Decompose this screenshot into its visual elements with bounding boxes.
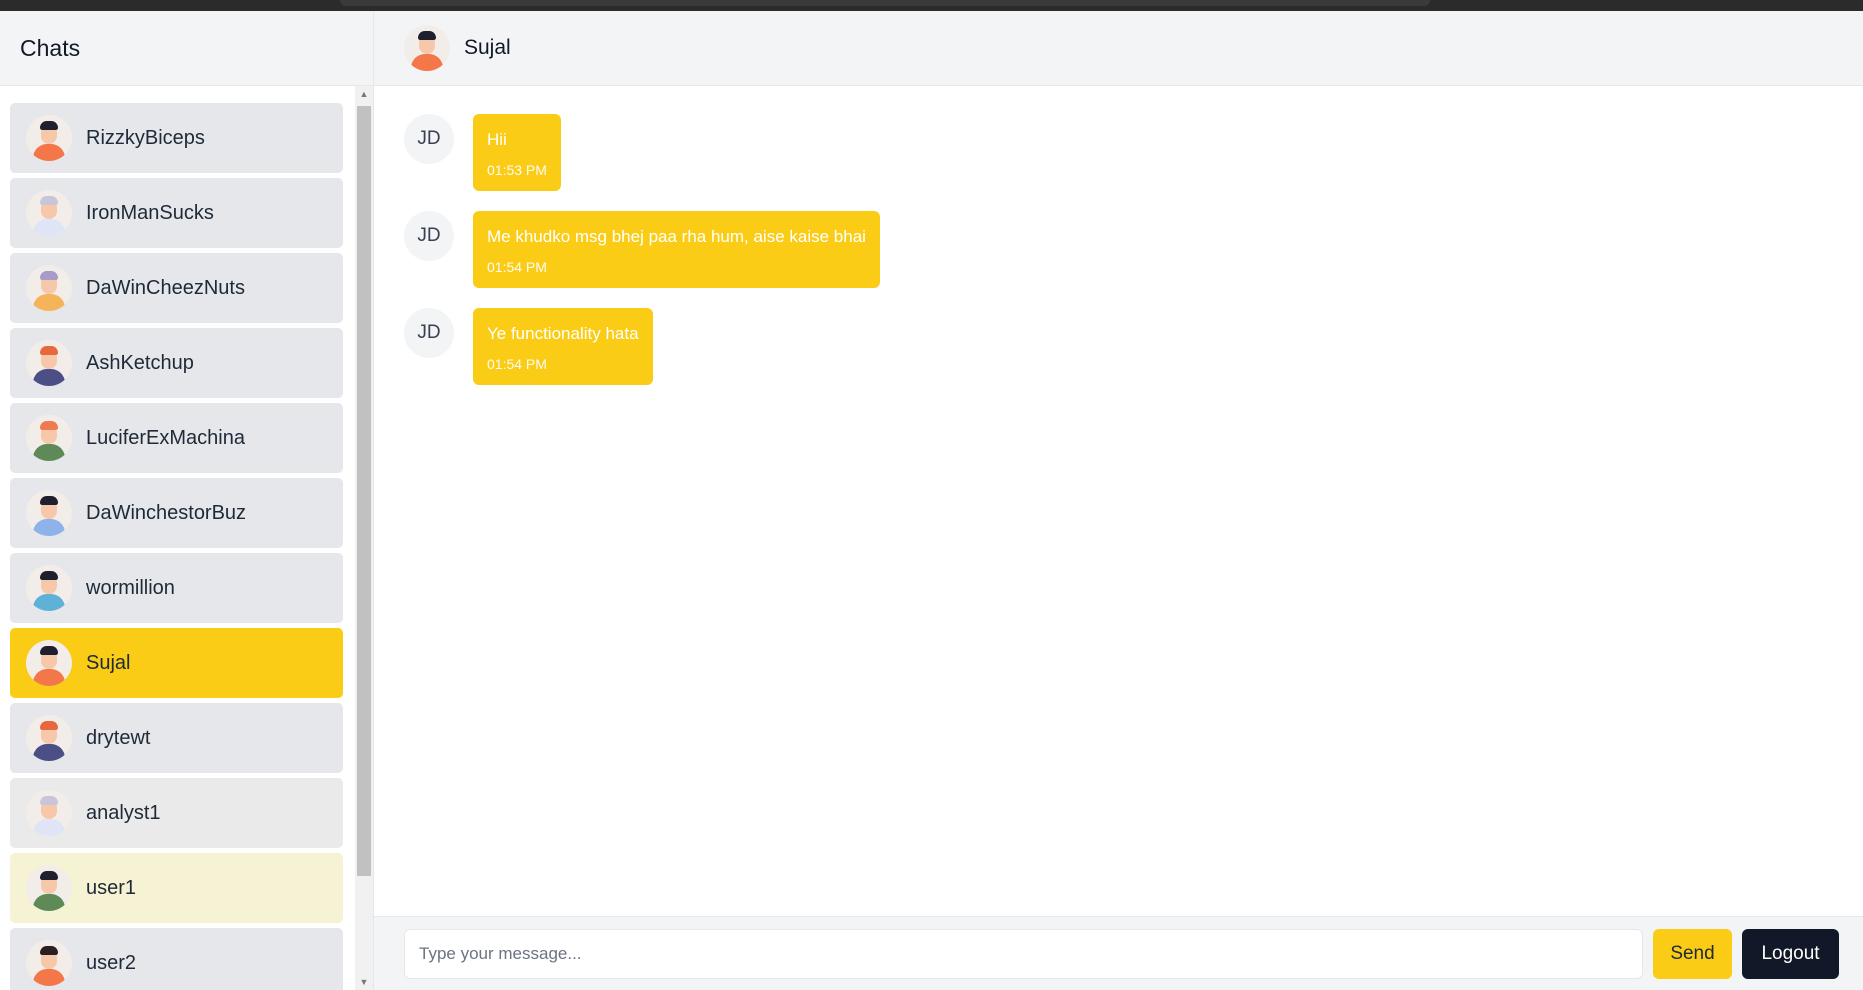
message-timestamp: 01:54 PM — [487, 259, 547, 275]
message-bubble: Hii 01:53 PM — [473, 114, 561, 191]
message-row: JD Ye functionality hata 01:54 PM — [404, 308, 1863, 385]
message-composer: Send Logout — [374, 916, 1863, 990]
user-avatar — [26, 340, 72, 386]
sidebar: Chats RizzkyBiceps IronManSucks DaWinCheez… — [0, 11, 374, 990]
contact-avatar — [404, 25, 450, 71]
chat-name: AshKetchup — [86, 351, 194, 374]
message-row: JD Hii 01:53 PM — [404, 114, 1863, 191]
message-text: Ye functionality hata — [487, 324, 639, 343]
conversation-header: Sujal — [374, 11, 1863, 86]
chat-list-item[interactable]: RizzkyBiceps — [10, 103, 343, 173]
send-button[interactable]: Send — [1653, 928, 1732, 979]
contact-name: Sujal — [464, 36, 511, 59]
browser-tab-strip — [340, 0, 1430, 6]
user-avatar — [26, 865, 72, 911]
scroll-up-arrow-icon[interactable]: ▲ — [355, 86, 373, 102]
browser-top-strip — [0, 0, 1863, 11]
user-avatar — [26, 490, 72, 536]
message-text: Hii — [487, 130, 507, 149]
chat-name: user1 — [86, 876, 137, 899]
user-avatar — [26, 940, 72, 986]
chat-name: DaWinCheezNuts — [86, 276, 245, 299]
user-avatar — [26, 715, 72, 761]
chat-name: LuciferExMachina — [86, 426, 245, 449]
user-avatar — [26, 640, 72, 686]
chat-list-item[interactable]: DaWinchestorBuz — [10, 478, 343, 548]
scroll-down-arrow-icon[interactable]: ▼ — [355, 974, 373, 990]
message-input[interactable] — [404, 928, 1643, 979]
conversation-panel: Sujal JD Hii 01:53 PM JD Me khudko msg bhej … — [374, 11, 1863, 990]
chat-list-item[interactable]: LuciferExMachina — [10, 403, 343, 473]
message-timestamp: 01:54 PM — [487, 356, 547, 372]
user-avatar — [26, 265, 72, 311]
logout-button[interactable]: Logout — [1742, 928, 1839, 979]
message-text: Me khudko msg bhej paa rha hum, aise kai… — [487, 227, 866, 246]
sender-initials-avatar: JD — [404, 308, 454, 358]
user-avatar — [26, 415, 72, 461]
chat-name: user2 — [86, 951, 137, 974]
chat-list-item[interactable]: IronManSucks — [10, 178, 343, 248]
chat-list-item[interactable]: Sujal — [10, 628, 343, 698]
sender-initials-avatar: JD — [404, 211, 454, 261]
chat-name: RizzkyBiceps — [86, 126, 205, 149]
chat-name: drytewt — [86, 726, 151, 749]
message-list: JD Hii 01:53 PM JD Me khudko msg bhej paa rh… — [374, 86, 1863, 916]
chat-list-item[interactable]: DaWinCheezNuts — [10, 253, 343, 323]
chat-list-item[interactable]: wormillion — [10, 553, 343, 623]
chat-list: RizzkyBiceps IronManSucks DaWinCheezNuts As… — [0, 86, 356, 990]
chat-name: IronManSucks — [86, 201, 214, 224]
message-bubble: Ye functionality hata 01:54 PM — [473, 308, 653, 385]
chat-list-item[interactable]: AshKetchup — [10, 328, 343, 398]
chat-list-item[interactable]: analyst1 — [10, 778, 343, 848]
sidebar-header: Chats — [0, 11, 373, 86]
chat-name: wormillion — [86, 576, 175, 599]
chat-list-item[interactable]: user1 — [10, 853, 343, 923]
chat-app: Chats RizzkyBiceps IronManSucks DaWinCheez… — [0, 11, 1863, 990]
chat-list-item[interactable]: user2 — [10, 928, 343, 990]
user-avatar — [26, 115, 72, 161]
sidebar-title: Chats — [20, 34, 81, 61]
chat-name: analyst1 — [86, 801, 161, 824]
message-bubble: Me khudko msg bhej paa rha hum, aise kai… — [473, 211, 880, 288]
user-avatar — [26, 190, 72, 236]
chat-list-item[interactable]: drytewt — [10, 703, 343, 773]
sidebar-scrollbar[interactable]: ▲ ▼ — [355, 86, 373, 990]
sender-initials-avatar: JD — [404, 114, 454, 164]
message-timestamp: 01:53 PM — [487, 162, 547, 178]
scroll-thumb[interactable] — [357, 106, 371, 876]
chat-name: DaWinchestorBuz — [86, 501, 247, 524]
user-avatar — [26, 565, 72, 611]
chat-name: Sujal — [86, 651, 131, 674]
user-avatar — [26, 790, 72, 836]
message-row: JD Me khudko msg bhej paa rha hum, aise k… — [404, 211, 1863, 288]
